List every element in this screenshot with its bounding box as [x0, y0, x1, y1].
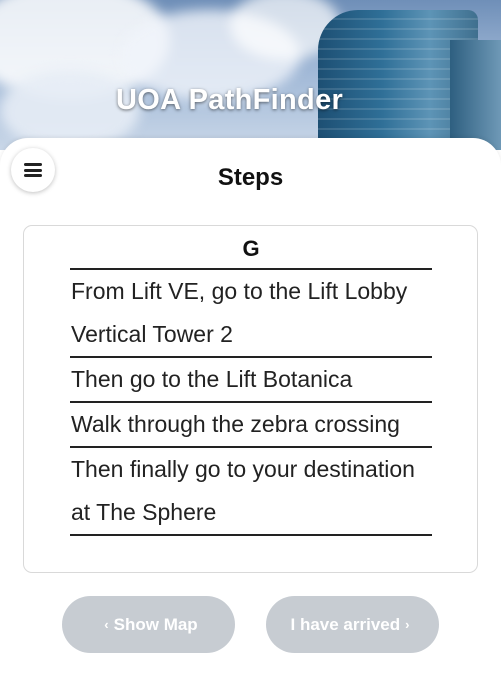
chevron-left-icon: ‹	[104, 617, 109, 632]
step-item: Then go to the Lift Botanica	[70, 358, 432, 403]
app-title: UOA PathFinder	[116, 84, 344, 116]
arrived-label: I have arrived	[290, 614, 401, 634]
building-image	[450, 40, 501, 150]
header-photo: UOA PathFinder	[0, 0, 501, 150]
show-map-button[interactable]: ‹ Show Map	[62, 596, 235, 653]
steps-list-panel[interactable]: G From Lift VE, go to the Lift Lobby Ver…	[23, 225, 478, 573]
page-title: Steps	[217, 164, 284, 191]
group-label: G	[70, 226, 432, 270]
show-map-label: Show Map	[113, 614, 198, 634]
step-item: Then finally go to your destination at T…	[70, 448, 432, 536]
arrived-button[interactable]: I have arrived ›	[266, 596, 439, 653]
chevron-right-icon: ›	[405, 617, 410, 632]
step-item: Walk through the zebra crossing	[70, 403, 432, 448]
step-item: From Lift VE, go to the Lift Lobby Verti…	[70, 270, 432, 358]
